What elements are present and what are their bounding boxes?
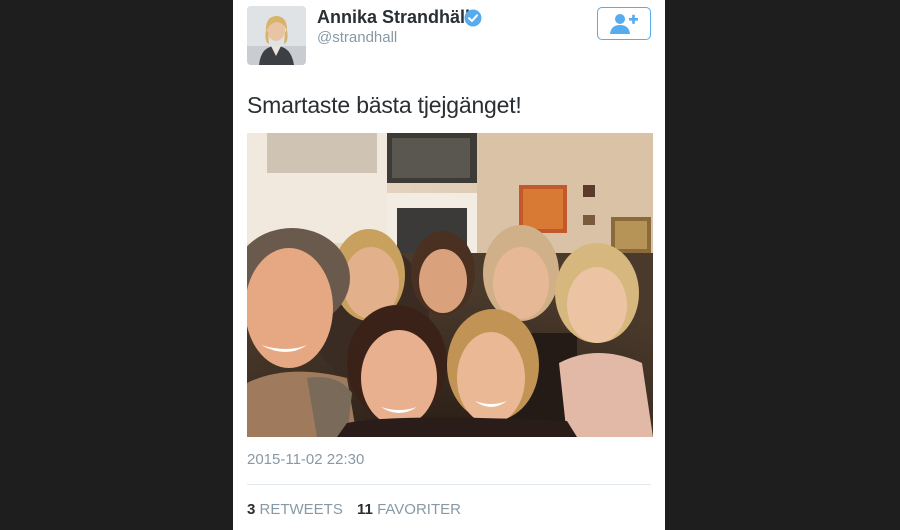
tweet-timestamp[interactable]: 2015-11-02 22:30 xyxy=(247,451,364,468)
verified-badge-icon xyxy=(464,9,482,27)
avatar[interactable] xyxy=(247,6,306,65)
favorites-label[interactable]: FAVORITER xyxy=(377,501,461,518)
add-user-icon xyxy=(610,13,638,34)
divider xyxy=(247,484,651,485)
author-handle[interactable]: @strandhall xyxy=(317,29,397,46)
favorites-count[interactable]: 11 xyxy=(357,501,373,518)
retweets-label[interactable]: RETWEETS xyxy=(260,501,343,518)
author-name[interactable]: Annika Strandhäll xyxy=(317,7,470,28)
tweet-photo[interactable] xyxy=(247,133,653,437)
tweet-card: Annika Strandhäll @strandhall Smartaste … xyxy=(233,0,665,530)
retweets-count[interactable]: 3 xyxy=(247,501,255,518)
tweet-text: Smartaste bästa tjejgänget! xyxy=(247,92,522,118)
follow-button[interactable] xyxy=(597,7,651,40)
tweet-stats: 3 RETWEETS 11 FAVORITER xyxy=(247,501,471,518)
